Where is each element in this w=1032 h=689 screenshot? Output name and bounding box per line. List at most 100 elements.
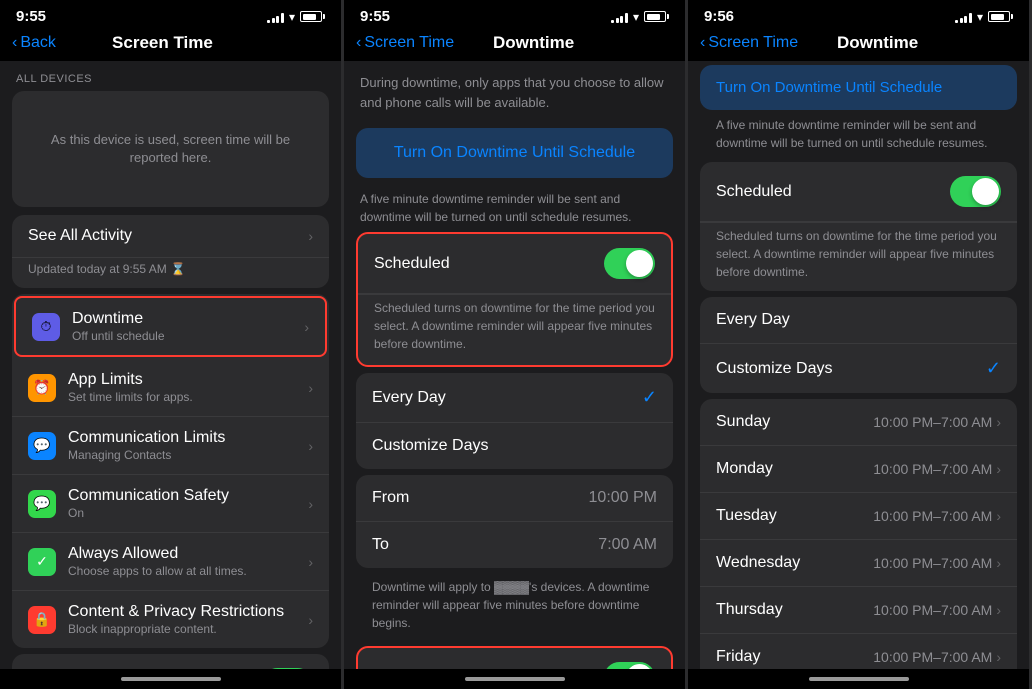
sunday-row[interactable]: Sunday 10:00 PM–7:00 AM › <box>700 399 1017 446</box>
tuesday-row[interactable]: Tuesday 10:00 PM–7:00 AM › <box>700 493 1017 540</box>
home-indicator-3 <box>688 669 1029 689</box>
applimits-icon-wrap: ⏰ <box>28 374 56 402</box>
scheduled-toggle-3[interactable] <box>950 176 1001 207</box>
commlimits-title: Communication Limits <box>68 429 308 447</box>
privacy-icon: 🔒 <box>33 611 50 628</box>
thursday-time: 10:00 PM–7:00 AM <box>873 602 992 618</box>
panel2-content: During downtime, only apps that you choo… <box>344 61 685 669</box>
back-button-1[interactable]: ‹ Back <box>12 34 56 52</box>
scheduled-toggle[interactable] <box>604 248 655 279</box>
privacy-icon-wrap: 🔒 <box>28 606 56 634</box>
activity-card: As this device is used, screen time will… <box>12 91 329 207</box>
from-row[interactable]: From 10:00 PM <box>356 475 673 522</box>
wednesday-row[interactable]: Wednesday 10:00 PM–7:00 AM › <box>700 540 1017 587</box>
tuesday-chevron: › <box>996 508 1001 524</box>
chevron-right-icon: › <box>308 228 313 244</box>
signal-icon-1 <box>267 11 284 23</box>
see-all-row[interactable]: See All Activity › <box>12 215 329 257</box>
turn-on-button[interactable]: Turn On Downtime Until Schedule <box>356 128 673 178</box>
downtime-icon-wrap: ⏱ <box>32 313 60 341</box>
applimits-chevron: › <box>308 380 313 396</box>
menu-item-downtime[interactable]: ⏱ Downtime Off until schedule › <box>14 296 327 357</box>
scheduled-card: Scheduled Scheduled turns on downtime fo… <box>356 232 673 367</box>
back-button-3[interactable]: ‹ Screen Time <box>700 34 798 52</box>
turn-on-sub-3: A five minute downtime reminder will be … <box>700 110 1017 156</box>
allowed-title: Always Allowed <box>68 545 308 563</box>
scheduled-row[interactable]: Scheduled <box>358 234 671 294</box>
thursday-row[interactable]: Thursday 10:00 PM–7:00 AM › <box>700 587 1017 634</box>
menu-item-applimits[interactable]: ⏰ App Limits Set time limits for apps. › <box>12 359 329 417</box>
block-toggle-knob <box>626 664 653 669</box>
scheduled-toggle-knob-3 <box>972 178 999 205</box>
apply-text-row: Downtime will apply to ▓▓▓▓'s devices. A… <box>356 574 673 640</box>
battery-icon-1 <box>300 11 325 22</box>
customize-days-label: Customize Days <box>372 437 488 455</box>
status-bar-1: 9:55 ▾ <box>0 0 341 29</box>
scheduled-label-3: Scheduled <box>716 183 792 201</box>
commlimits-icon: 💬 <box>33 437 50 454</box>
allowed-chevron: › <box>308 554 313 570</box>
commsafety-sub: On <box>68 506 308 520</box>
menu-item-privacy[interactable]: 🔒 Content & Privacy Restrictions Block i… <box>12 591 329 648</box>
updated-text: Updated today at 9:55 AM <box>28 262 167 276</box>
block-toggle[interactable] <box>604 662 655 669</box>
status-time-2: 9:55 <box>360 8 390 25</box>
privacy-title: Content & Privacy Restrictions <box>68 603 308 621</box>
downtime-icon: ⏱ <box>41 318 52 335</box>
day-options-card: Every Day ✓ Customize Days <box>356 373 673 469</box>
nav-bar-3: ‹ Screen Time Downtime <box>688 29 1029 61</box>
menu-item-commlimits[interactable]: 💬 Communication Limits Managing Contacts… <box>12 417 329 475</box>
wifi-icon-1: ▾ <box>289 10 295 24</box>
monday-row[interactable]: Monday 10:00 PM–7:00 AM › <box>700 446 1017 493</box>
blue-button-sub-text: A five minute downtime reminder will be … <box>356 182 673 226</box>
see-all-label: See All Activity <box>28 227 132 245</box>
wednesday-chevron: › <box>996 555 1001 571</box>
scheduled-sub: Scheduled turns on downtime for the time… <box>374 301 655 351</box>
thursday-chevron: › <box>996 602 1001 618</box>
include-website-toggle-row[interactable]: Include Website Data <box>12 654 329 669</box>
commsafety-icon-wrap: 💬 <box>28 490 56 518</box>
thursday-label: Thursday <box>716 601 783 619</box>
customize-days-label-3: Customize Days <box>716 360 832 378</box>
status-bar-2: 9:55 ▾ <box>344 0 685 29</box>
every-day-row[interactable]: Every Day ✓ <box>356 373 673 423</box>
downtime-sub: Off until schedule <box>72 329 304 343</box>
scheduled-card-3: Scheduled Scheduled turns on downtime fo… <box>700 162 1017 291</box>
nav-title-3: Downtime <box>798 33 957 53</box>
chevron-left-icon-2: ‹ <box>356 34 361 52</box>
block-card: Block at Downtime The device will be blo… <box>356 646 673 669</box>
status-bar-3: 9:56 ▾ <box>688 0 1029 29</box>
panel-downtime-mid: 9:55 ▾ ‹ Screen Time Downtime During dow… <box>344 0 688 689</box>
panel-screen-time: 9:55 ▾ ‹ Back Screen Time ALL DEVICES As <box>0 0 344 689</box>
monday-chevron: › <box>996 461 1001 477</box>
customize-days-row[interactable]: Customize Days <box>356 423 673 469</box>
block-row[interactable]: Block at Downtime <box>358 648 671 669</box>
panel-downtime-right: 9:56 ▾ ‹ Screen Time Downtime Turn On Do… <box>688 0 1032 689</box>
days-list: Sunday 10:00 PM–7:00 AM › Monday 10:00 P… <box>700 399 1017 669</box>
menu-item-commsafety[interactable]: 💬 Communication Safety On › <box>12 475 329 533</box>
back-button-2[interactable]: ‹ Screen Time <box>356 34 454 52</box>
customize-days-row-3[interactable]: Customize Days ✓ <box>700 344 1017 393</box>
turn-on-card-3[interactable]: Turn On Downtime Until Schedule <box>700 65 1017 110</box>
home-bar-1 <box>121 677 221 681</box>
to-row[interactable]: To 7:00 AM <box>356 522 673 568</box>
home-indicator-1 <box>0 669 341 689</box>
every-day-row-3[interactable]: Every Day <box>700 297 1017 344</box>
status-time-1: 9:55 <box>16 8 46 25</box>
turn-on-label: Turn On Downtime Until Schedule <box>372 144 657 162</box>
commlimits-text: Communication Limits Managing Contacts <box>68 429 308 462</box>
scheduled-sub-3: Scheduled turns on downtime for the time… <box>716 229 997 279</box>
battery-icon-2 <box>644 11 669 22</box>
apply-text: Downtime will apply to ▓▓▓▓'s devices. A… <box>372 580 649 630</box>
signal-icon-2 <box>611 11 628 23</box>
downtime-info-text: During downtime, only apps that you choo… <box>344 61 685 124</box>
menu-item-allowed[interactable]: ✓ Always Allowed Choose apps to allow at… <box>12 533 329 591</box>
nav-bar-2: ‹ Screen Time Downtime <box>344 29 685 61</box>
to-value: 7:00 AM <box>598 536 657 554</box>
friday-row[interactable]: Friday 10:00 PM–7:00 AM › <box>700 634 1017 669</box>
tuesday-time: 10:00 PM–7:00 AM <box>873 508 992 524</box>
allowed-sub: Choose apps to allow at all times. <box>68 564 308 578</box>
menu-section-1: ⏱ Downtime Off until schedule › ⏰ App Li… <box>12 294 329 648</box>
scheduled-row-3[interactable]: Scheduled <box>700 162 1017 222</box>
friday-time: 10:00 PM–7:00 AM <box>873 649 992 665</box>
